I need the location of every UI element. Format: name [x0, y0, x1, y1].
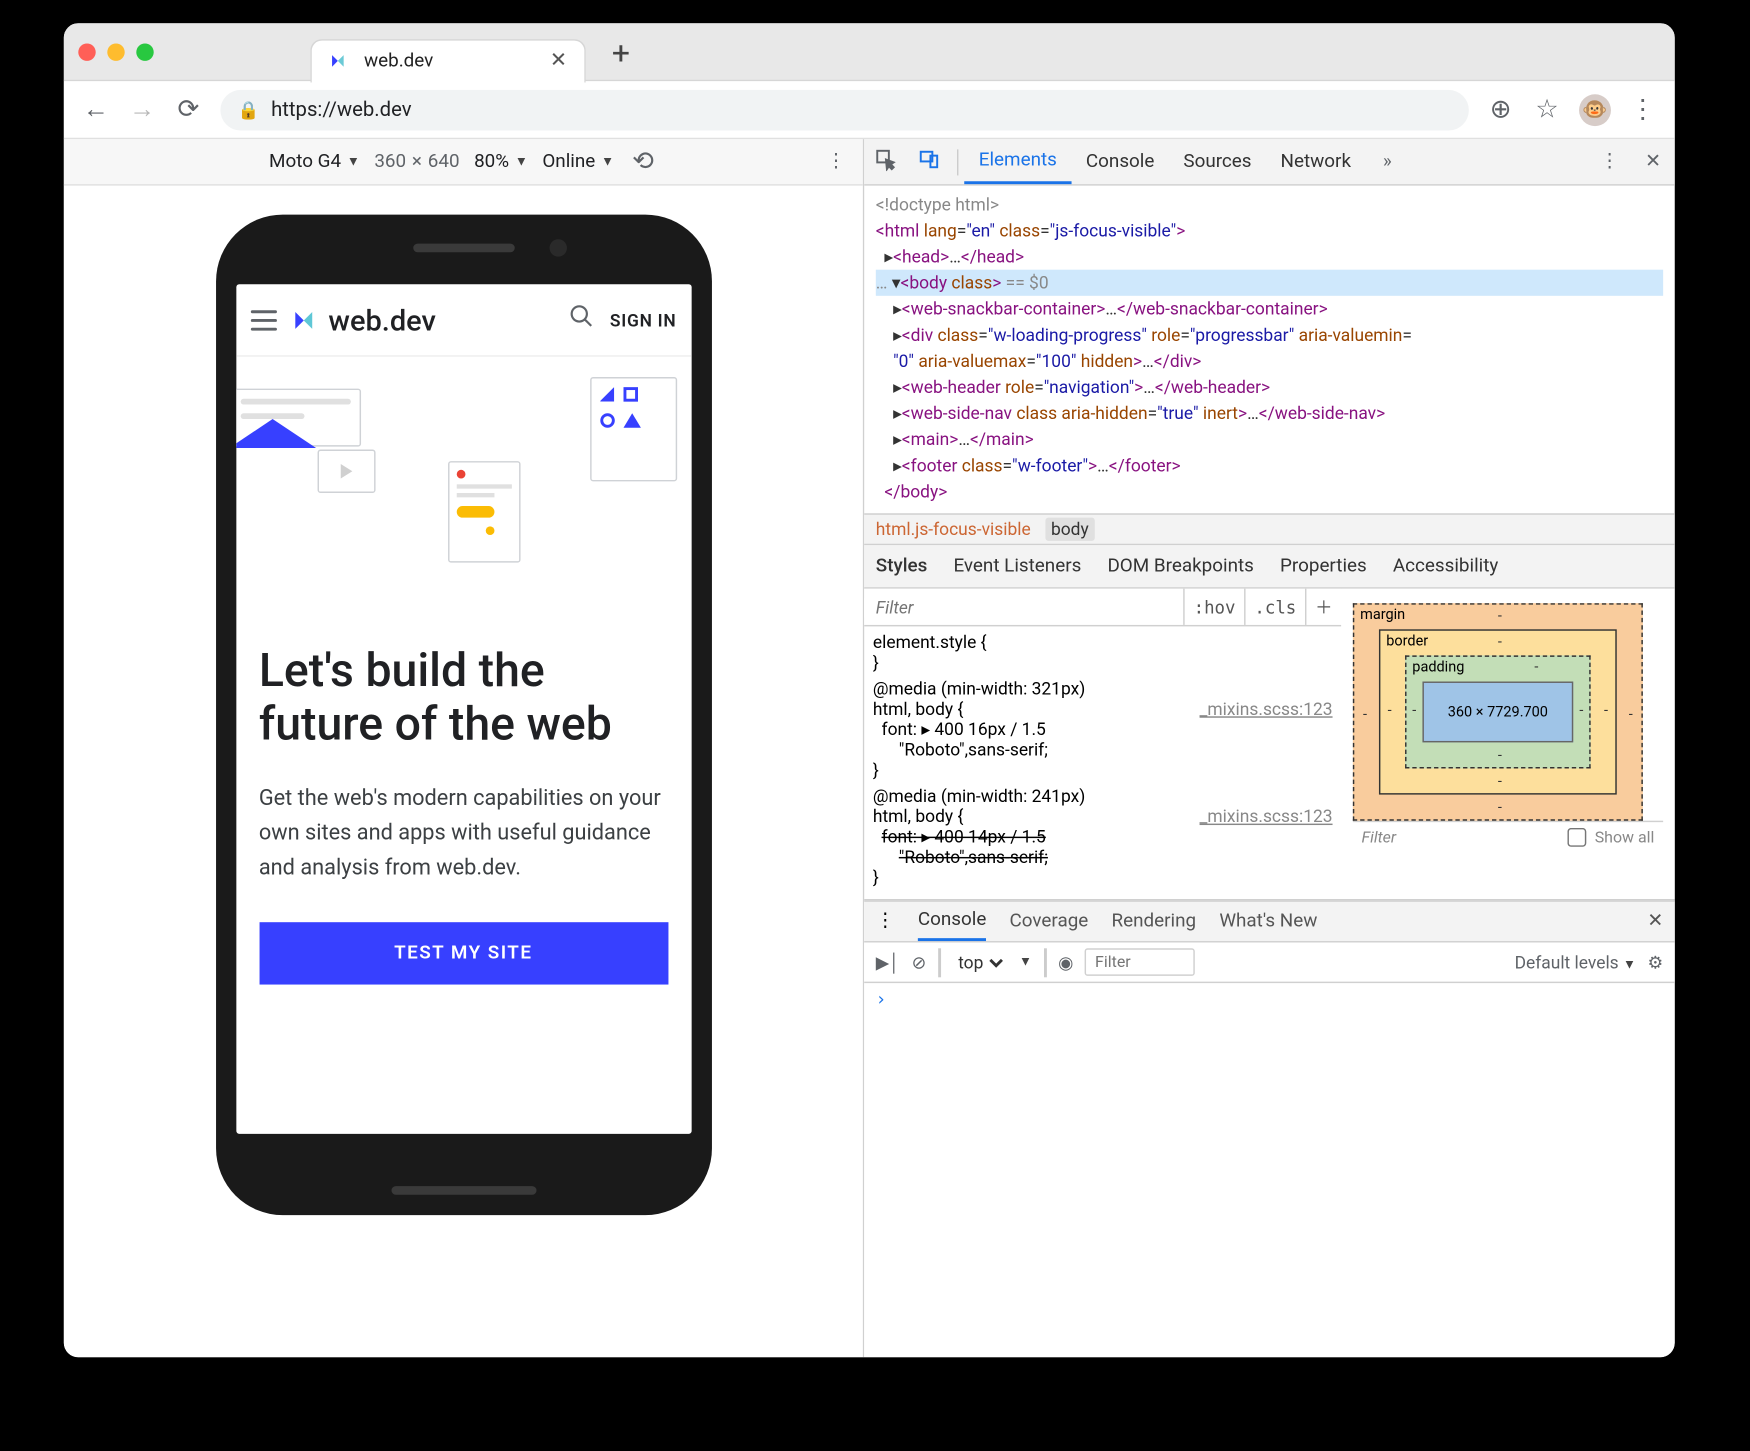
devtools-tabs: Elements Console Sources Network » ⋮ ✕ [864, 139, 1675, 185]
box-model[interactable]: margin---- border---- padding---- 360 × … [1341, 589, 1674, 899]
browser-tab[interactable]: web.dev ✕ [310, 38, 586, 82]
titlebar: web.dev ✕ + [64, 23, 1675, 81]
elements-breadcrumb[interactable]: html.js-focus-visible body [864, 513, 1675, 545]
address-bar: ← → ⟳ 🔒 https://web.dev ⊕ ☆ 🐵 ⋮ [64, 81, 1675, 139]
styles-subtabs: Styles Event Listeners DOM Breakpoints P… [864, 545, 1675, 589]
close-tab-icon[interactable]: ✕ [550, 49, 567, 72]
log-levels-select[interactable]: Default levels ▼ [1515, 952, 1636, 972]
tab-elements[interactable]: Elements [964, 139, 1071, 184]
site-logo[interactable]: web.dev [291, 302, 436, 337]
zoom-select[interactable]: 80%▼ [474, 151, 528, 173]
star-icon[interactable]: ☆ [1533, 94, 1562, 124]
subtab-accessibility[interactable]: Accessibility [1393, 555, 1499, 577]
home-bar [391, 1186, 536, 1195]
devtools-drawer: ⋮ Console Coverage Rendering What's New … [864, 900, 1675, 1357]
console-prompt[interactable]: › [864, 983, 1675, 1015]
close-drawer-icon[interactable]: ✕ [1647, 911, 1663, 933]
console-filter-input[interactable] [1085, 948, 1195, 976]
context-select[interactable]: top [952, 950, 1007, 973]
site-header: web.dev SIGN IN [236, 284, 691, 357]
style-rules[interactable]: element.style {} @media (min-width: 321p… [864, 626, 1341, 899]
back-button[interactable]: ← [81, 94, 110, 124]
subtab-event-listeners[interactable]: Event Listeners [953, 555, 1081, 577]
console-settings-icon[interactable]: ⚙ [1648, 952, 1664, 972]
tab-sources[interactable]: Sources [1169, 139, 1266, 184]
hero-paragraph: Get the web's modern capabilities on you… [259, 780, 668, 884]
console-sidebar-toggle-icon[interactable]: ▶│ [876, 952, 900, 972]
drawer-tab-console[interactable]: Console [918, 902, 986, 941]
viewport-dimensions[interactable]: 360 × 640 [374, 151, 459, 173]
hero-heading: Let's build the future of the web [259, 644, 668, 751]
tab-console[interactable]: Console [1071, 139, 1168, 184]
throttle-select[interactable]: Online▼ [542, 151, 614, 173]
close-devtools-icon[interactable]: ✕ [1631, 151, 1674, 173]
new-tab-button[interactable]: + [612, 36, 630, 72]
hov-toggle[interactable]: :hov [1183, 589, 1244, 625]
styles-filter-input[interactable] [864, 597, 1183, 617]
rotate-icon[interactable]: ⟲ [629, 146, 658, 176]
speaker-icon [413, 244, 515, 253]
device-toolbar: Moto G4▼ 360 × 640 80%▼ Online▼ ⟲ ⋮ [64, 139, 863, 185]
profile-avatar[interactable]: 🐵 [1579, 94, 1611, 126]
subtab-properties[interactable]: Properties [1280, 555, 1367, 577]
clear-console-icon[interactable]: ⊘ [912, 952, 927, 972]
device-select[interactable]: Moto G4▼ [269, 151, 360, 173]
new-rule-icon[interactable]: ＋ [1305, 589, 1341, 625]
drawer-menu-icon[interactable]: ⋮ [876, 911, 895, 933]
more-tabs-icon[interactable]: » [1366, 151, 1410, 173]
forward-button[interactable]: → [128, 94, 157, 124]
chrome-menu-icon[interactable]: ⋮ [1628, 94, 1657, 124]
hero-illustration [259, 383, 668, 572]
selected-node[interactable]: … ▾<body class> == $0 [876, 270, 1663, 296]
device-toggle-icon[interactable] [908, 147, 952, 176]
search-icon[interactable] [566, 303, 595, 336]
tab-network[interactable]: Network [1266, 139, 1365, 184]
elements-dom-tree[interactable]: <!doctype html> <html lang="en" class="j… [864, 186, 1675, 514]
show-all-checkbox[interactable] [1567, 828, 1586, 847]
cls-toggle[interactable]: .cls [1244, 589, 1305, 625]
drawer-tab-rendering[interactable]: Rendering [1111, 911, 1196, 933]
favicon-icon [329, 49, 352, 72]
minimize-window-button[interactable] [107, 43, 124, 60]
subtab-dom-breakpoints[interactable]: DOM Breakpoints [1107, 555, 1253, 577]
page-viewport[interactable]: web.dev SIGN IN [236, 284, 691, 1134]
computed-filter[interactable]: Filter [1362, 828, 1559, 847]
install-icon[interactable]: ⊕ [1486, 94, 1515, 124]
menu-icon[interactable] [250, 310, 276, 330]
device-name: Moto G4 [269, 151, 341, 173]
device-preview: web.dev SIGN IN [64, 186, 863, 1358]
test-my-site-button[interactable]: TEST MY SITE [259, 922, 668, 984]
camera-icon [549, 239, 566, 256]
maximize-window-button[interactable] [136, 43, 153, 60]
subtab-styles[interactable]: Styles [876, 555, 928, 577]
live-expression-icon[interactable]: ◉ [1058, 952, 1073, 972]
phone-frame: web.dev SIGN IN [215, 215, 711, 1216]
browser-window: web.dev ✕ + ← → ⟳ 🔒 https://web.dev ⊕ ☆ … [64, 23, 1675, 1357]
lock-icon: 🔒 [238, 99, 260, 119]
reload-button[interactable]: ⟳ [174, 94, 203, 124]
drawer-tab-whatsnew[interactable]: What's New [1219, 911, 1317, 933]
device-toolbar-menu-icon[interactable]: ⋮ [827, 151, 846, 173]
signin-button[interactable]: SIGN IN [610, 310, 677, 330]
url-input[interactable]: 🔒 https://web.dev [220, 89, 1468, 130]
inspect-icon[interactable] [864, 147, 908, 176]
drawer-tab-coverage[interactable]: Coverage [1010, 911, 1089, 933]
devtools-panel: Elements Console Sources Network » ⋮ ✕ <… [864, 139, 1675, 1357]
tab-title: web.dev [364, 50, 433, 72]
logo-icon [291, 305, 323, 334]
devtools-menu-icon[interactable]: ⋮ [1588, 151, 1632, 173]
close-window-button[interactable] [78, 43, 95, 60]
url-text: https://web.dev [271, 98, 411, 121]
